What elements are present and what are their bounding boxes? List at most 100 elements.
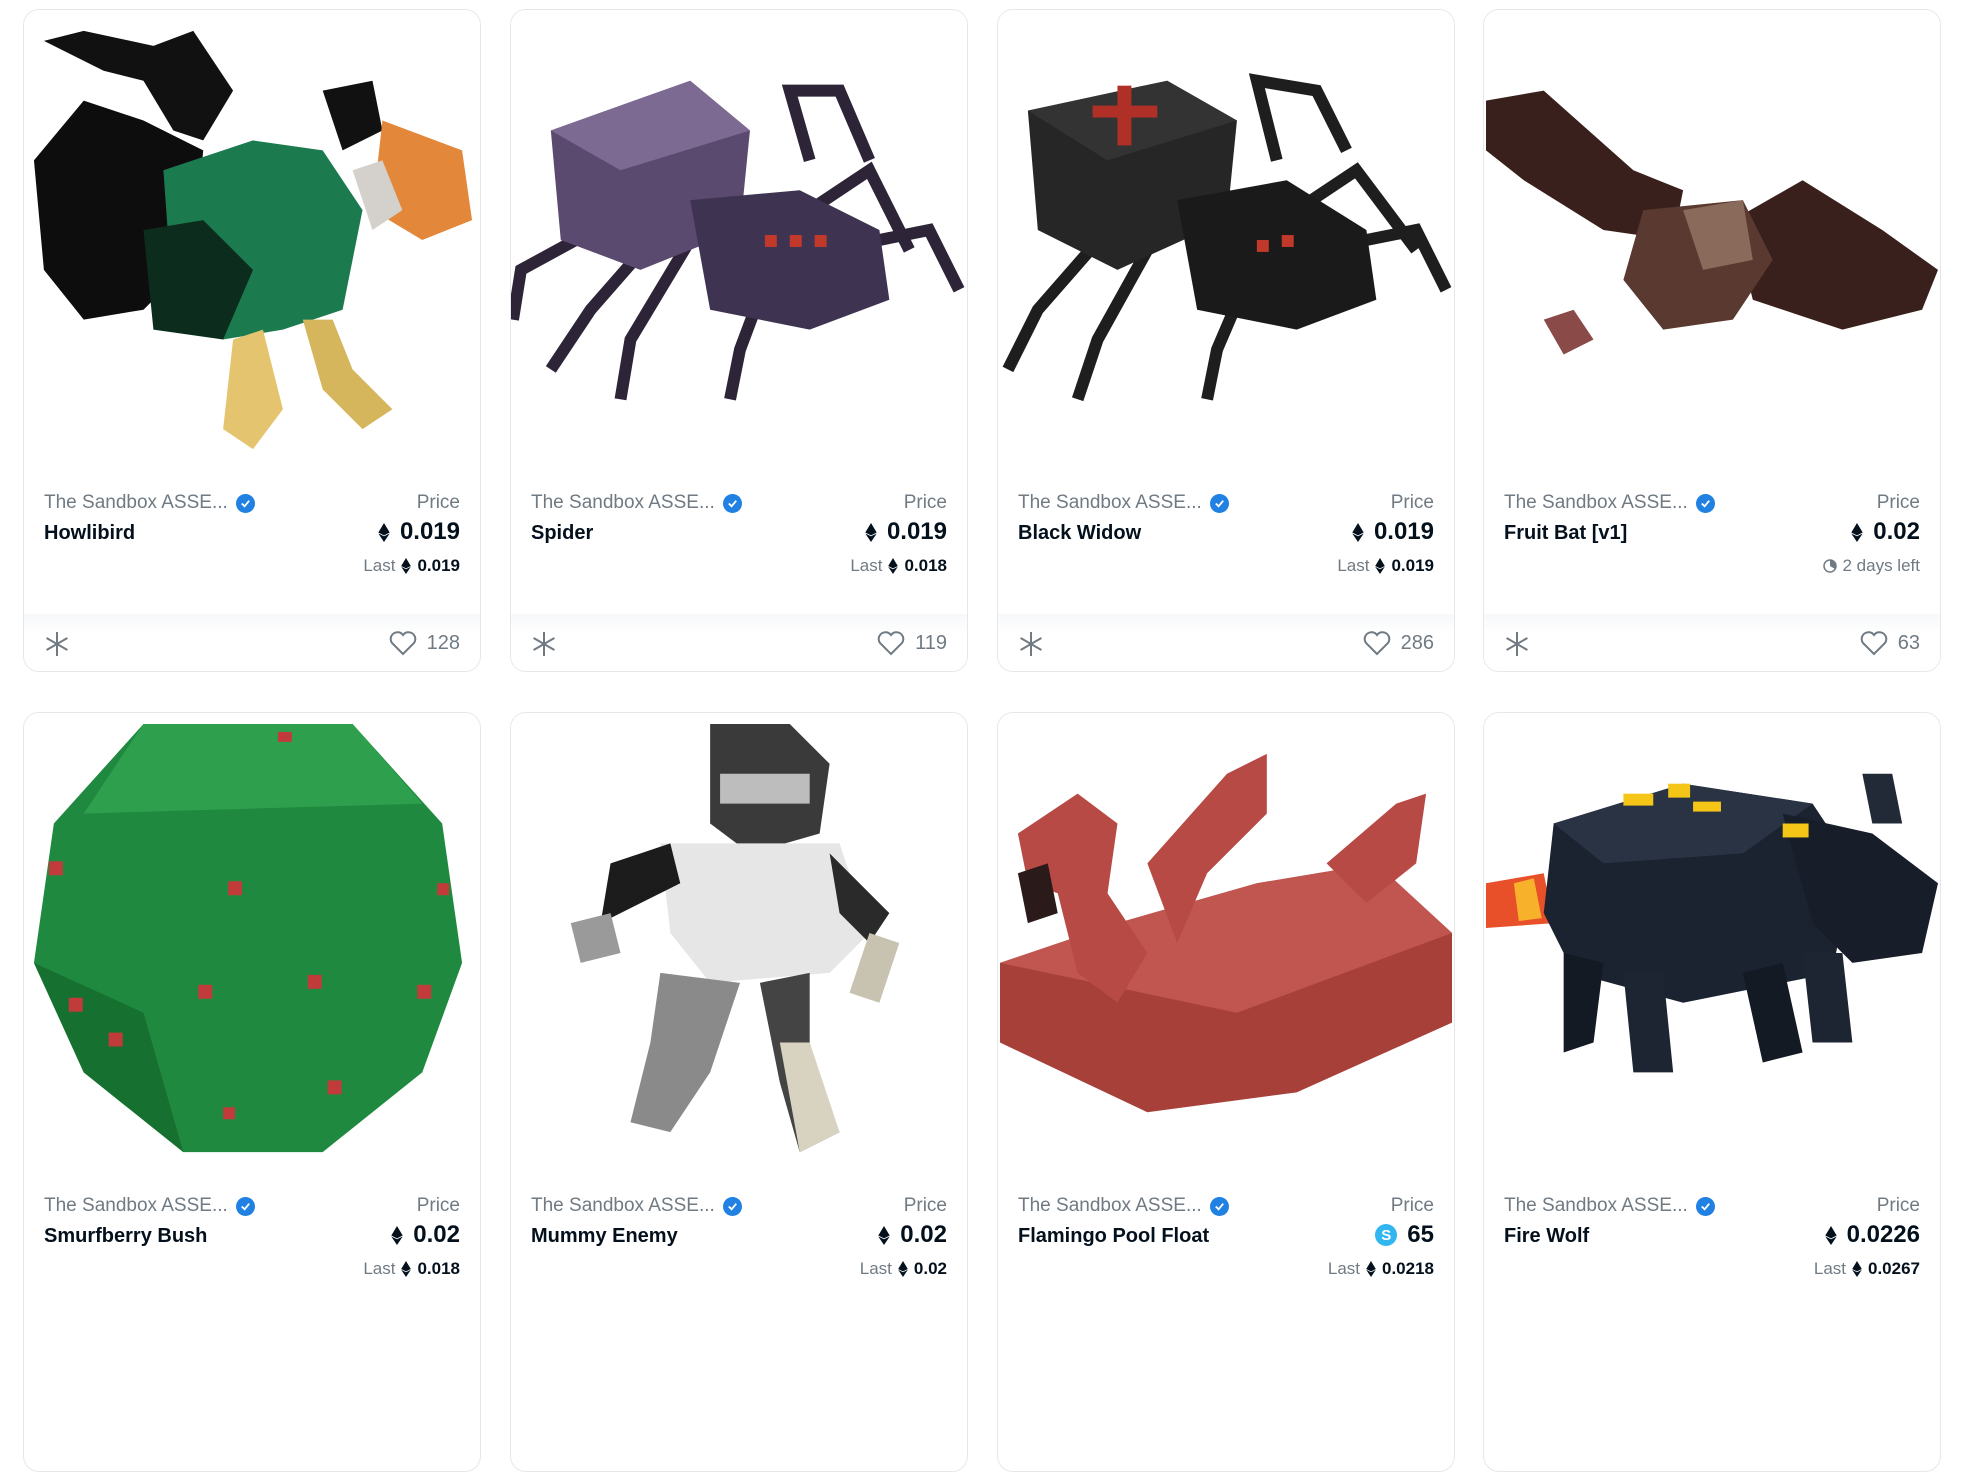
asset-card[interactable]: The Sandbox ASSE... Fruit Bat [v1] Price… bbox=[1483, 9, 1941, 672]
favorite-count: 63 bbox=[1897, 631, 1920, 654]
mummy-enemy-artwork bbox=[570, 723, 900, 1153]
ethereum-icon bbox=[898, 1261, 908, 1277]
verified-badge-icon bbox=[235, 1196, 255, 1216]
asset-image-smurfberry-bush[interactable] bbox=[24, 713, 480, 1171]
ethereum-icon bbox=[401, 558, 412, 574]
asset-name[interactable]: Fire Wolf bbox=[1504, 1225, 1589, 1248]
price-value: 0.02 bbox=[1851, 518, 1920, 546]
collection-name[interactable]: The Sandbox ASSE... bbox=[531, 492, 742, 514]
last-sale: Last 0.019 bbox=[1337, 556, 1434, 576]
asset-image-flamingo-pool-float[interactable] bbox=[998, 713, 1454, 1171]
price-amount: 0.019 bbox=[399, 518, 460, 545]
collection-label: The Sandbox ASSE... bbox=[1018, 1195, 1202, 1216]
favorite-button[interactable]: 63 bbox=[1860, 630, 1920, 656]
collection-name[interactable]: The Sandbox ASSE... bbox=[1018, 492, 1229, 514]
price-amount: 0.02 bbox=[900, 1221, 947, 1248]
last-label: Last bbox=[1337, 556, 1370, 575]
favorite-button[interactable]: 286 bbox=[1363, 630, 1434, 656]
collection-name[interactable]: The Sandbox ASSE... bbox=[1018, 1195, 1229, 1217]
price-amount: 0.019 bbox=[886, 518, 947, 545]
collection-name[interactable]: The Sandbox ASSE... bbox=[531, 1195, 742, 1217]
card-footer: 63 bbox=[1484, 614, 1940, 671]
last-amount: 0.018 bbox=[904, 556, 947, 575]
last-amount: 0.019 bbox=[1391, 556, 1434, 575]
asset-image-fire-wolf[interactable] bbox=[1484, 713, 1940, 1171]
asset-card[interactable]: The Sandbox ASSE... Spider Price 0.019 L… bbox=[510, 9, 968, 672]
asset-card[interactable]: The Sandbox ASSE... Mummy Enemy Price 0.… bbox=[510, 712, 968, 1472]
price-label: Price bbox=[1876, 1195, 1920, 1216]
price-value: S 65 bbox=[1375, 1221, 1434, 1249]
favorite-count: 128 bbox=[426, 631, 460, 654]
price-value: 0.02 bbox=[878, 1221, 947, 1249]
ethereum-icon bbox=[1852, 1261, 1862, 1277]
asset-image-howlibird[interactable] bbox=[24, 10, 480, 468]
asset-card[interactable]: The Sandbox ASSE... Smurfberry Bush Pric… bbox=[23, 712, 481, 1472]
fruit-bat-artwork bbox=[1485, 90, 1939, 355]
fire-wolf-artwork bbox=[1485, 773, 1939, 1073]
asset-image-fruit-bat[interactable] bbox=[1484, 10, 1940, 468]
verified-badge-icon bbox=[722, 1196, 742, 1216]
asset-card[interactable]: The Sandbox ASSE... Howlibird Price 0.01… bbox=[23, 9, 481, 672]
asset-name[interactable]: Smurfberry Bush bbox=[44, 1225, 207, 1248]
last-label: Last bbox=[363, 556, 396, 575]
asset-info: The Sandbox ASSE... Fruit Bat [v1] Price… bbox=[1504, 488, 1920, 608]
last-amount: 0.02 bbox=[913, 1259, 947, 1278]
collection-label: The Sandbox ASSE... bbox=[44, 1195, 228, 1216]
ethereum-icon bbox=[378, 522, 390, 542]
price-label: Price bbox=[1390, 1195, 1434, 1216]
last-sale: Last 0.02 bbox=[860, 1259, 947, 1279]
asset-card[interactable]: The Sandbox ASSE... Flamingo Pool Float … bbox=[997, 712, 1455, 1472]
last-label: Last bbox=[859, 1259, 892, 1278]
heart-icon bbox=[1363, 631, 1390, 656]
ethereum-icon bbox=[1352, 522, 1364, 542]
collection-name[interactable]: The Sandbox ASSE... bbox=[44, 1195, 255, 1217]
last-label: Last bbox=[363, 1259, 396, 1278]
asset-info: The Sandbox ASSE... Flamingo Pool Float … bbox=[1018, 1191, 1434, 1311]
card-footer: 286 bbox=[998, 614, 1454, 671]
verified-badge-icon bbox=[1209, 493, 1229, 513]
price-value: 0.019 bbox=[378, 518, 460, 546]
asset-info: The Sandbox ASSE... Howlibird Price 0.01… bbox=[44, 488, 460, 608]
snowflake-icon[interactable] bbox=[531, 631, 557, 657]
snowflake-icon[interactable] bbox=[1504, 631, 1530, 657]
price-label: Price bbox=[903, 1195, 947, 1216]
asset-name[interactable]: Mummy Enemy bbox=[531, 1225, 678, 1248]
collection-name[interactable]: The Sandbox ASSE... bbox=[1504, 1195, 1715, 1217]
last-sale: Last 0.018 bbox=[363, 1259, 460, 1279]
asset-name[interactable]: Spider bbox=[531, 522, 593, 545]
collection-label: The Sandbox ASSE... bbox=[1504, 492, 1688, 513]
asset-name[interactable]: Black Widow bbox=[1018, 522, 1141, 545]
ethereum-icon bbox=[401, 1261, 412, 1277]
snowflake-icon[interactable] bbox=[1018, 631, 1044, 657]
howlibird-artwork bbox=[33, 30, 473, 450]
price-label: Price bbox=[903, 492, 947, 513]
snowflake-icon[interactable] bbox=[44, 631, 70, 657]
collection-name[interactable]: The Sandbox ASSE... bbox=[1504, 492, 1715, 514]
ethereum-icon bbox=[1851, 522, 1863, 542]
collection-name[interactable]: The Sandbox ASSE... bbox=[44, 492, 255, 514]
asset-card[interactable]: The Sandbox ASSE... Black Widow Price 0.… bbox=[997, 9, 1455, 672]
price-label: Price bbox=[1876, 492, 1920, 513]
timer-icon bbox=[1822, 559, 1837, 573]
price-label: Price bbox=[416, 1195, 460, 1216]
asset-name[interactable]: Flamingo Pool Float bbox=[1018, 1225, 1209, 1248]
collection-label: The Sandbox ASSE... bbox=[531, 1195, 715, 1216]
asset-name[interactable]: Fruit Bat [v1] bbox=[1504, 522, 1627, 545]
card-footer: 119 bbox=[511, 614, 967, 671]
price-amount: 65 bbox=[1407, 1221, 1434, 1248]
favorite-button[interactable]: 128 bbox=[389, 630, 460, 656]
favorite-count: 119 bbox=[915, 631, 947, 654]
verified-badge-icon bbox=[722, 493, 742, 513]
heart-icon bbox=[877, 631, 905, 656]
asset-image-mummy-enemy[interactable] bbox=[511, 713, 967, 1171]
asset-image-spider[interactable] bbox=[511, 10, 967, 468]
price-amount: 0.02 bbox=[1873, 518, 1920, 545]
asset-info: The Sandbox ASSE... Spider Price 0.019 L… bbox=[531, 488, 947, 608]
price-amount: 0.02 bbox=[413, 1221, 460, 1248]
favorite-button[interactable]: 119 bbox=[877, 630, 947, 656]
asset-name[interactable]: Howlibird bbox=[44, 522, 135, 545]
asset-info: The Sandbox ASSE... Black Widow Price 0.… bbox=[1018, 488, 1434, 608]
asset-card[interactable]: The Sandbox ASSE... Fire Wolf Price 0.02… bbox=[1483, 712, 1941, 1472]
collection-label: The Sandbox ASSE... bbox=[1504, 1195, 1688, 1216]
asset-image-black-widow[interactable] bbox=[998, 10, 1454, 468]
